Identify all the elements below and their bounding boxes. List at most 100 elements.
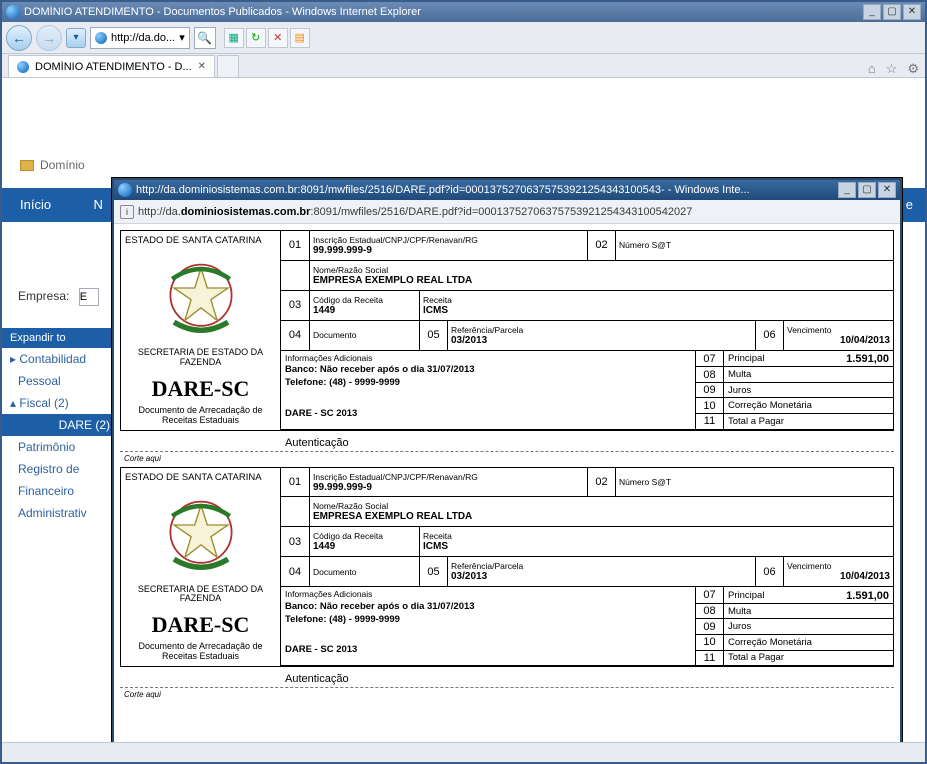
popup-minimize-button[interactable]: _ [838, 182, 856, 198]
popup-address-bar[interactable]: i http://da.dominiosistemas.com.br:8091/… [114, 200, 900, 224]
menu-contabilidade[interactable]: ▸ Contabilidad [2, 348, 118, 370]
autenticacao-label: Autenticação [120, 435, 894, 449]
tab-close-icon[interactable]: ✕ [198, 61, 206, 72]
address-text: http://da.do... [111, 32, 175, 44]
popup-window: http://da.dominiosistemas.com.br:8091/mw… [112, 178, 902, 742]
s09: Juros [723, 619, 893, 635]
state-crest-icon [156, 252, 246, 342]
s11: Total a Pagar [723, 651, 893, 667]
s09: Juros [723, 383, 893, 399]
field-01-num: 01 [281, 468, 309, 498]
cut-line: Corte aqui [120, 687, 894, 703]
field-04-num: 04 [281, 557, 309, 587]
n07: 07 [695, 587, 723, 604]
main-title: DOMÍNIO ATENDIMENTO - Documentos Publica… [24, 6, 863, 18]
field-05-num: 05 [419, 321, 447, 351]
field-03: Código da Receita1449 [309, 527, 419, 557]
tools-icon[interactable]: ⚙ [907, 61, 919, 77]
side-menu: ▸ Contabilidad Pessoal ▴ Fiscal (2) DARE… [2, 348, 118, 524]
field-receita: ReceitaICMS [419, 527, 893, 557]
nav-dropdown[interactable]: ▾ [66, 28, 86, 48]
field-04: Documento [309, 321, 419, 351]
menu-financeiro[interactable]: Financeiro [2, 480, 118, 502]
popup-body[interactable]: ESTADO DE SANTA CATARINA SECRETARIA DE E… [114, 224, 900, 742]
s07: Principal1.591,00 [723, 351, 893, 368]
tab-favicon [17, 61, 29, 73]
address-bar[interactable]: http://da.do... ▾ [90, 27, 190, 49]
folder-icon [20, 160, 34, 171]
menu-administrativo[interactable]: Administrativ [2, 502, 118, 524]
dare-subtitle: Documento de Arrecadação de Receitas Est… [125, 406, 276, 426]
search-button[interactable]: 🔍 [194, 27, 216, 49]
field-06: Vencimento10/04/2013 [783, 321, 893, 351]
expand-all[interactable]: Expandir to [2, 328, 118, 348]
menu-fiscal[interactable]: ▴ Fiscal (2) [2, 392, 118, 414]
forward-button[interactable]: → [36, 25, 62, 51]
field-nome: Nome/Razão Social EMPRESA EXEMPLO REAL L… [309, 261, 893, 291]
s07: Principal1.591,00 [723, 587, 893, 604]
state-name: ESTADO DE SANTA CATARINA [125, 472, 276, 485]
autenticacao-label: Autenticação [120, 671, 894, 685]
state-crest-icon [156, 489, 246, 579]
n07: 07 [695, 351, 723, 368]
nav-inicio[interactable]: Início [2, 197, 51, 212]
menu-pessoal[interactable]: Pessoal [2, 370, 118, 392]
n10: 10 [695, 635, 723, 651]
ie-icon [118, 183, 132, 197]
tab-title: DOMÍNIO ATENDIMENTO - D... [35, 61, 192, 73]
maximize-button[interactable]: ▢ [883, 4, 901, 20]
close-button[interactable]: ✕ [903, 4, 921, 20]
state-name: ESTADO DE SANTA CATARINA [125, 235, 276, 248]
stop-icon[interactable]: ✕ [268, 28, 288, 48]
s10: Correção Monetária [723, 635, 893, 651]
n09: 09 [695, 383, 723, 399]
n11: 11 [695, 651, 723, 667]
navbar: ← → ▾ http://da.do... ▾ 🔍 ▦ ↻ ✕ ▤ [2, 22, 925, 54]
browser-tab[interactable]: DOMÍNIO ATENDIMENTO - D... ✕ [8, 55, 215, 77]
field-05-num: 05 [419, 557, 447, 587]
page-content: Domínio Início N e Empresa: Expandir to … [2, 78, 925, 742]
field-02-num: 02 [587, 231, 615, 261]
info-icon: i [120, 205, 134, 219]
popup-titlebar: http://da.dominiosistemas.com.br:8091/mw… [114, 180, 900, 200]
minimize-button[interactable]: _ [863, 4, 881, 20]
field-06-num: 06 [755, 321, 783, 351]
refresh-icon[interactable]: ↻ [246, 28, 266, 48]
n10: 10 [695, 398, 723, 414]
home-icon[interactable]: ⌂ [868, 61, 876, 77]
n08: 08 [695, 367, 723, 383]
ie-icon [6, 5, 20, 19]
field-04-num: 04 [281, 321, 309, 351]
popup-maximize-button[interactable]: ▢ [858, 182, 876, 198]
menu-patrimonio[interactable]: Patrimônio [2, 436, 118, 458]
field-04: Documento [309, 557, 419, 587]
field-05: Referência/Parcela03/2013 [447, 557, 755, 587]
field-06: Vencimento10/04/2013 [783, 557, 893, 587]
s11: Total a Pagar [723, 414, 893, 430]
popup-title: http://da.dominiosistemas.com.br:8091/mw… [136, 184, 838, 196]
back-button[interactable]: ← [6, 25, 32, 51]
field-02: Número S@T [615, 468, 893, 498]
compat-icon[interactable]: ▦ [224, 28, 244, 48]
field-01: Inscrição Estadual/CNPJ/CPF/Renavan/RG 9… [309, 468, 587, 498]
nav-letter[interactable]: N [76, 197, 103, 212]
popup-address-text: http://da.dominiosistemas.com.br:8091/mw… [138, 206, 894, 218]
field-03: Código da Receita1449 [309, 291, 419, 321]
dare-slip: ESTADO DE SANTA CATARINA SECRETARIA DE E… [120, 467, 894, 668]
field-nome: Nome/Razão Social EMPRESA EXEMPLO REAL L… [309, 497, 893, 527]
n08: 08 [695, 604, 723, 620]
nav-extra[interactable]: e [906, 188, 913, 222]
new-tab-button[interactable] [217, 55, 239, 77]
secretaria-label: SECRETARIA DE ESTADO DA FAZENDA [125, 348, 276, 368]
empresa-input[interactable] [79, 288, 99, 306]
field-03-num: 03 [281, 291, 309, 321]
feeds-icon[interactable]: ▤ [290, 28, 310, 48]
menu-dare[interactable]: DARE (2) [2, 414, 118, 436]
site-icon [95, 32, 107, 44]
s08: Multa [723, 604, 893, 620]
menu-registro[interactable]: Registro de [2, 458, 118, 480]
field-01: Inscrição Estadual/CNPJ/CPF/Renavan/RG 9… [309, 231, 587, 261]
n09: 09 [695, 619, 723, 635]
popup-close-button[interactable]: ✕ [878, 182, 896, 198]
favorites-icon[interactable]: ☆ [886, 61, 898, 77]
